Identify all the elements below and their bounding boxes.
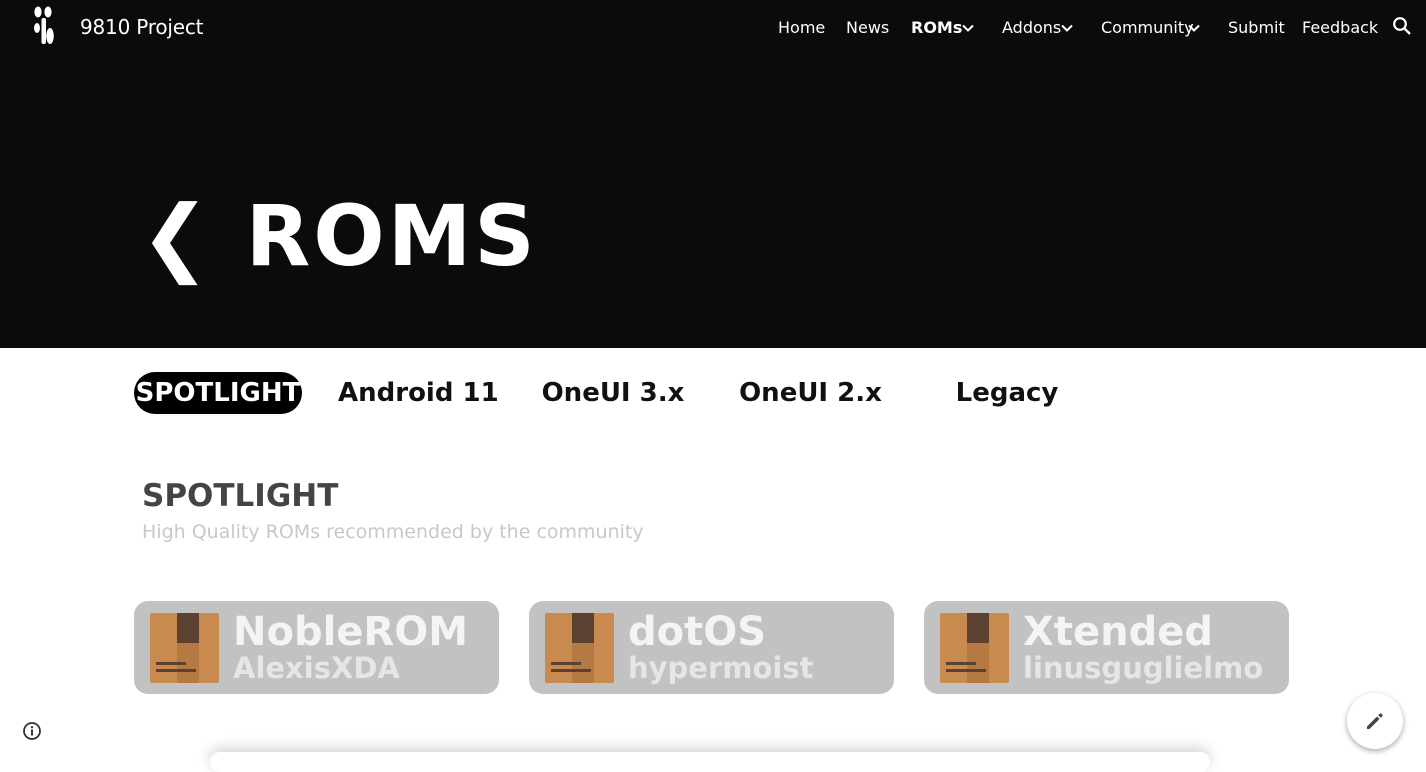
next-section-edge [210,752,1210,772]
info-icon[interactable] [22,721,42,741]
rom-author: linusguglielmo [1023,651,1264,685]
section-subtitle: High Quality ROMs recommended by the com… [142,521,644,543]
page-title: ❮ ROMS [140,187,538,285]
tab-legacy[interactable]: Legacy [950,372,1064,414]
nav-submit[interactable]: Submit [1228,18,1285,37]
tab-oneui-3x[interactable]: OneUI 3.x [540,372,686,414]
rom-card-dotos[interactable]: dotOS hypermoist [529,601,894,694]
rom-author: hypermoist [628,651,814,685]
rom-name: dotOS [628,609,767,655]
rom-card-nobleROM[interactable]: NobleROM AlexisXDA [134,601,499,694]
search-icon[interactable] [1392,16,1412,36]
nav-home[interactable]: Home [778,18,825,37]
rom-author: AlexisXDA [233,651,400,685]
package-icon [545,613,614,683]
chevron-down-icon[interactable] [961,21,975,35]
chevron-down-icon[interactable] [1187,21,1201,35]
tab-spotlight[interactable]: SPOTLIGHT [134,372,302,414]
rom-name: NobleROM [233,609,469,655]
package-icon [150,613,219,683]
pencil-icon [1367,713,1383,729]
chevron-down-icon[interactable] [1060,21,1074,35]
rom-card-xtended[interactable]: Xtended linusguglielmo [924,601,1289,694]
nav-addons[interactable]: Addons [1002,18,1061,37]
nav-feedback[interactable]: Feedback [1302,18,1378,37]
rom-name: Xtended [1023,609,1213,655]
nav-community[interactable]: Community [1101,18,1194,37]
tab-oneui-2x[interactable]: OneUI 2.x [738,372,883,414]
package-icon [940,613,1009,683]
nav-roms[interactable]: ROMs [911,18,962,37]
site-logo-icon[interactable] [33,6,55,46]
nav-news[interactable]: News [846,18,889,37]
top-navigation: 9810 Project Home News ROMs Addons Commu… [0,0,1426,56]
tab-android-11[interactable]: Android 11 [338,372,499,414]
section-title: SPOTLIGHT [142,478,339,514]
edit-button[interactable] [1347,693,1403,749]
site-title[interactable]: 9810 Project [80,15,203,39]
